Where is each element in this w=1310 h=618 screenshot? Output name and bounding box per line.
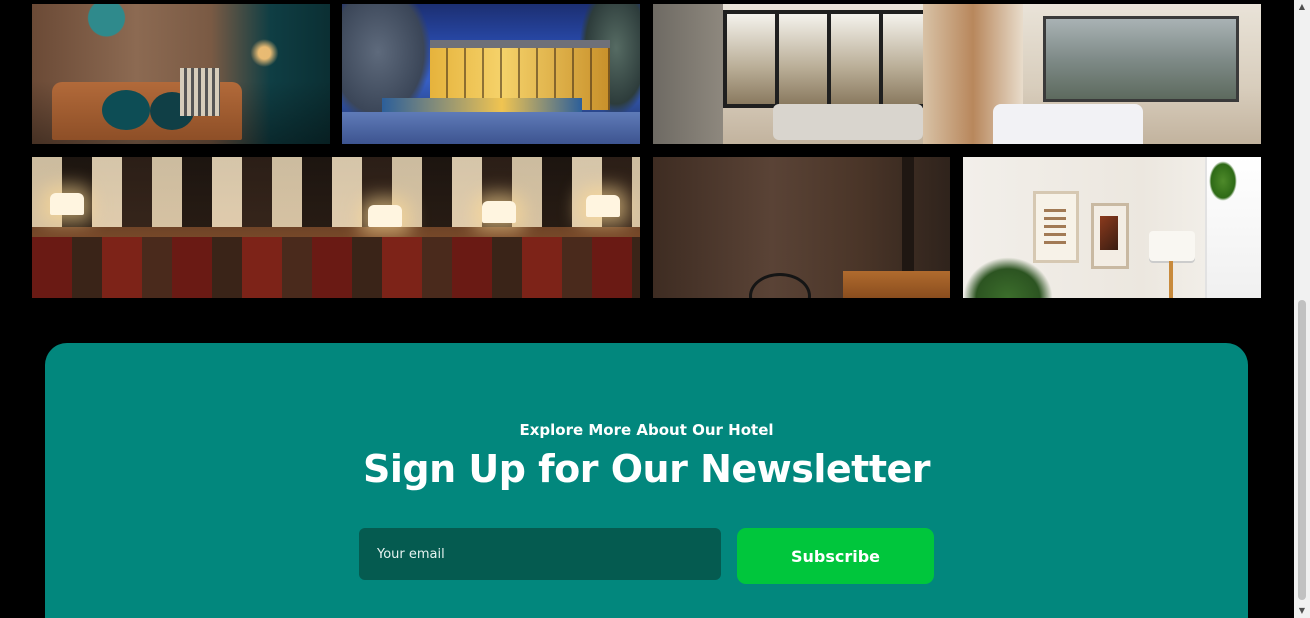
curtains-shape [32, 157, 640, 227]
scroll-up-arrow-icon[interactable]: ▲ [1294, 0, 1310, 14]
wall-art-frame [1033, 191, 1079, 263]
bed-shape [993, 104, 1143, 144]
lamp-shape [50, 193, 84, 215]
lamp-shape [368, 205, 402, 227]
pillow-shape [102, 90, 150, 130]
newsletter-eyebrow: Explore More About Our Hotel [519, 421, 774, 439]
subscribe-button[interactable]: Subscribe [737, 528, 934, 584]
page: Explore More About Our Hotel Sign Up for… [0, 0, 1310, 618]
rocks-shape [342, 112, 640, 144]
striped-pillow-shape [180, 68, 220, 116]
desert-suite-photo [653, 4, 1261, 144]
modern-room-photo [963, 157, 1261, 298]
wall-art-frame [1091, 203, 1129, 269]
chairs-shape [32, 237, 640, 298]
lounge-teal-photo [32, 4, 330, 144]
newsletter-headline: Sign Up for Our Newsletter [362, 447, 931, 491]
scrollbar-thumb[interactable] [1298, 300, 1306, 600]
plant-shape [1209, 161, 1237, 201]
vertical-scrollbar[interactable]: ▲ ▼ [1294, 0, 1310, 618]
pool-house-photo [342, 4, 640, 144]
sofa-shape [773, 104, 923, 140]
chair-shape [749, 273, 811, 298]
desk-shape [843, 271, 950, 298]
newsletter-section: Explore More About Our Hotel Sign Up for… [45, 343, 1248, 618]
stone-wall-shape [653, 4, 723, 144]
lamp-shape [586, 195, 620, 217]
lamp-shape [482, 201, 516, 223]
email-input[interactable] [359, 528, 721, 580]
lamp-stand-shape [1169, 261, 1173, 298]
lamp-shape [1149, 231, 1195, 261]
classic-lounge-photo [32, 157, 640, 298]
plant-shape [963, 257, 1053, 298]
window-shape [1043, 16, 1239, 102]
scroll-down-arrow-icon[interactable]: ▼ [1294, 604, 1310, 618]
dark-room-photo [653, 157, 950, 298]
window-shape [723, 10, 941, 108]
